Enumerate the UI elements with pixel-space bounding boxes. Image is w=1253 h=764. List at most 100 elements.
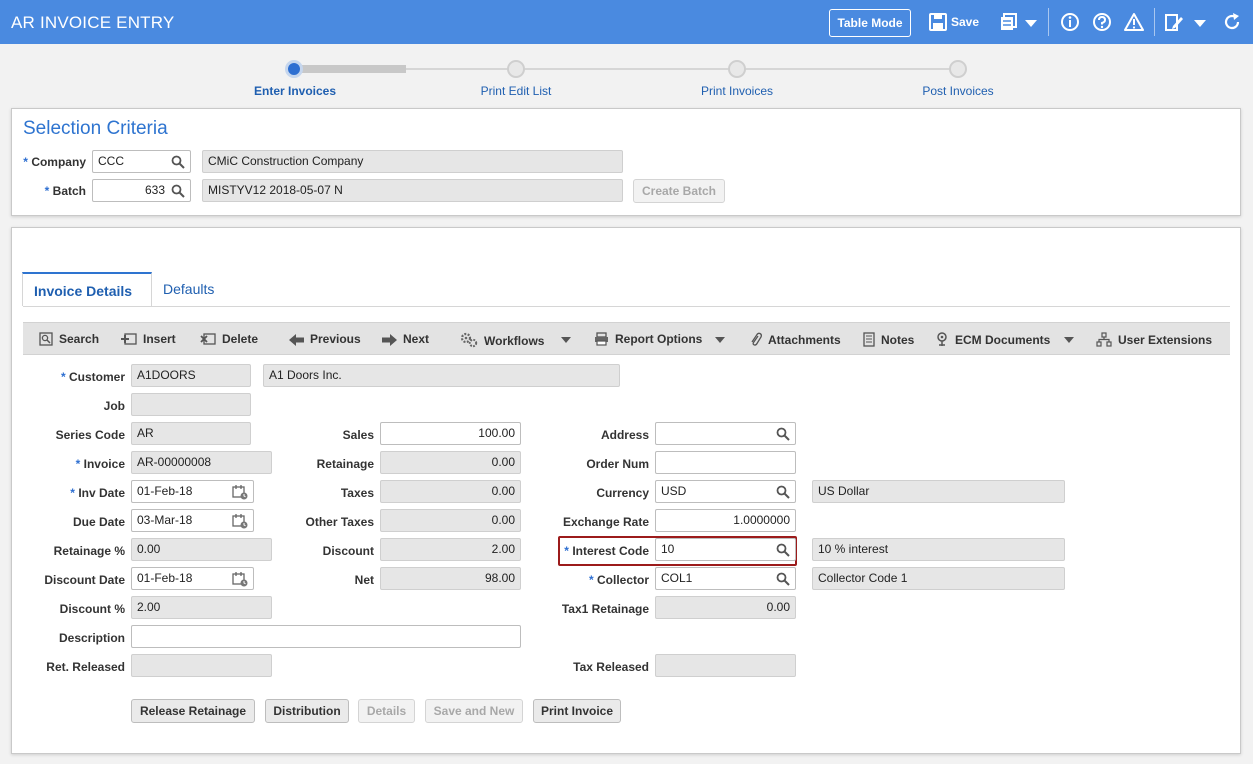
tax1-retainage-label: Tax1 Retainage (561, 602, 649, 616)
refresh-icon[interactable] (1222, 12, 1242, 32)
warning-icon[interactable] (1124, 12, 1144, 32)
info-icon[interactable] (1060, 12, 1080, 32)
inv-date-label: * Inv Date (70, 486, 125, 500)
ecm-documents-dropdown-icon[interactable] (1064, 337, 1074, 343)
order-num-input[interactable] (655, 451, 796, 474)
discount-date-input[interactable]: 01-Feb-18 (131, 567, 254, 590)
help-icon[interactable] (1092, 12, 1112, 32)
step-enter-invoices-dot[interactable] (285, 60, 303, 78)
stepper-progress (295, 65, 406, 73)
step-enter-invoices[interactable]: Enter Invoices (215, 84, 375, 98)
ecm-documents-button[interactable]: ECM Documents (935, 332, 1050, 347)
tax-released-label: Tax Released (573, 660, 649, 674)
calendar-icon[interactable] (232, 513, 248, 529)
retainage-pct-field: 0.00 (131, 538, 272, 561)
search-toolbar-button[interactable]: Search (39, 332, 99, 346)
taxes-field: 0.00 (380, 480, 521, 503)
reports-icon[interactable] (999, 12, 1019, 32)
batch-label: * Batch (44, 184, 86, 198)
insert-button[interactable]: Insert (121, 332, 176, 346)
description-input[interactable] (131, 625, 521, 648)
step-print-edit-list[interactable]: Print Edit List (436, 84, 596, 98)
previous-button[interactable]: Previous (289, 332, 361, 346)
search-icon[interactable] (776, 485, 790, 499)
currency-input[interactable]: USD (655, 480, 796, 503)
notes-icon (863, 332, 875, 347)
retainage-label: Retainage (316, 457, 374, 471)
chevron-down-icon[interactable] (1190, 12, 1210, 32)
ecm-icon (937, 332, 947, 346)
tab-invoice-details[interactable]: Invoice Details (22, 272, 152, 306)
discount-field: 2.00 (380, 538, 521, 561)
save-button[interactable]: Save (951, 15, 979, 29)
tax-released-field (655, 654, 796, 677)
search-icon[interactable] (776, 572, 790, 586)
ret-released-field (131, 654, 272, 677)
user-extensions-button[interactable]: User Extensions (1096, 332, 1212, 347)
table-mode-button[interactable]: Table Mode (829, 9, 911, 37)
calendar-icon[interactable] (232, 571, 248, 587)
discount-label: Discount (322, 544, 374, 558)
selection-criteria-title: Selection Criteria (23, 118, 168, 139)
batch-description: MISTYV12 2018-05-07 N (202, 179, 623, 202)
tax1-retainage-field: 0.00 (655, 596, 796, 619)
retainage-field: 0.00 (380, 451, 521, 474)
save-icon[interactable] (928, 12, 948, 32)
save-and-new-button[interactable]: Save and New (425, 699, 523, 723)
description-label: Description (58, 631, 125, 645)
edit-icon[interactable] (1164, 12, 1184, 32)
insert-icon (121, 333, 137, 345)
sales-input[interactable]: 100.00 (380, 422, 521, 445)
chevron-down-icon[interactable] (1021, 12, 1041, 32)
details-button[interactable]: Details (358, 699, 415, 723)
workflows-button[interactable]: Workflows (460, 332, 544, 348)
print-invoice-button[interactable]: Print Invoice (533, 699, 621, 723)
collector-name: Collector Code 1 (812, 567, 1065, 590)
report-options-button[interactable]: Report Options (594, 332, 702, 346)
collector-input[interactable]: COL1 (655, 567, 796, 590)
next-button[interactable]: Next (382, 332, 429, 346)
inv-date-input[interactable]: 01-Feb-18 (131, 480, 254, 503)
step-post-invoices[interactable]: Post Invoices (878, 84, 1038, 98)
report-options-dropdown-icon[interactable] (715, 337, 725, 343)
app-header: AR INVOICE ENTRY Table Mode Save (0, 0, 1253, 44)
address-input[interactable] (655, 422, 796, 445)
step-print-edit-list-dot[interactable] (507, 60, 525, 78)
retainage-pct-label: Retainage % (53, 544, 125, 558)
interest-code-input[interactable]: 10 (655, 538, 796, 561)
customer-name: A1 Doors Inc. (263, 364, 620, 387)
workflows-dropdown-icon[interactable] (561, 337, 571, 343)
due-date-input[interactable]: 03-Mar-18 (131, 509, 254, 532)
company-label: * Company (23, 155, 86, 169)
app-title: AR INVOICE ENTRY (11, 13, 175, 32)
release-retainage-button[interactable]: Release Retainage (131, 699, 255, 723)
notes-button[interactable]: Notes (863, 332, 914, 347)
step-post-invoices-dot[interactable] (949, 60, 967, 78)
discount-date-label: Discount Date (44, 573, 125, 587)
company-name: CMiC Construction Company (202, 150, 623, 173)
exchange-rate-input[interactable]: 1.0000000 (655, 509, 796, 532)
create-batch-button[interactable]: Create Batch (633, 179, 725, 203)
taxes-label: Taxes (340, 486, 374, 500)
step-print-invoices[interactable]: Print Invoices (657, 84, 817, 98)
batch-input[interactable]: 633 (92, 179, 191, 202)
delete-icon (200, 333, 216, 345)
delete-button[interactable]: Delete (200, 332, 258, 346)
interest-code-name: 10 % interest (812, 538, 1065, 561)
step-print-invoices-dot[interactable] (728, 60, 746, 78)
series-code-label: Series Code (55, 428, 125, 442)
search-icon[interactable] (776, 427, 790, 441)
search-icon[interactable] (171, 155, 185, 169)
search-icon[interactable] (776, 543, 790, 557)
other-taxes-label: Other Taxes (305, 515, 374, 529)
gears-icon (460, 332, 478, 348)
company-input[interactable]: CCC (92, 150, 191, 173)
collector-label: * Collector (588, 573, 649, 587)
tab-defaults[interactable]: Defaults (152, 272, 225, 306)
distribution-button[interactable]: Distribution (265, 699, 349, 723)
calendar-icon[interactable] (232, 484, 248, 500)
interest-code-label: * Interest Code (564, 544, 649, 558)
search-icon[interactable] (171, 184, 185, 198)
currency-label: Currency (596, 486, 649, 500)
attachments-button[interactable]: Attachments (750, 332, 841, 347)
